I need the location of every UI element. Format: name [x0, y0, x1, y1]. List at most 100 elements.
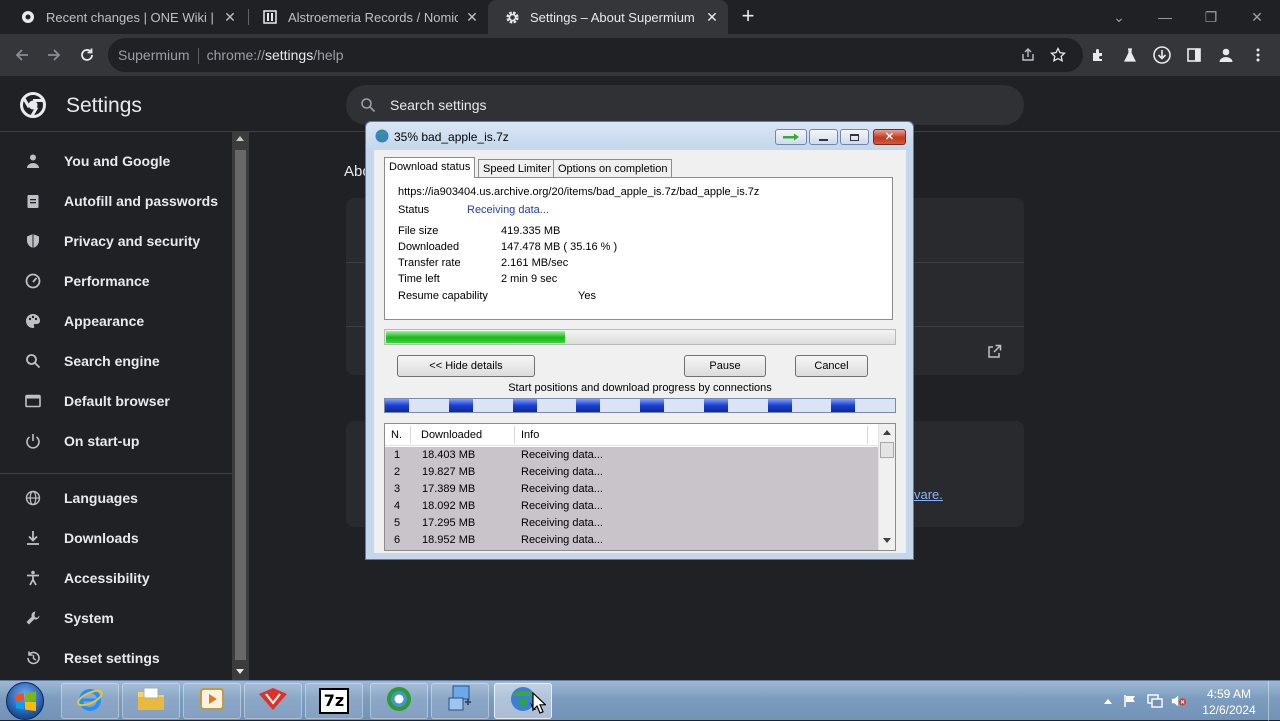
tab-recent-changes[interactable]: Recent changes | ONE Wiki | Fan ✕	[4, 0, 246, 34]
dialog-titlebar[interactable]: 35% bad_apple_is.7z ✕	[366, 122, 913, 150]
settings-search-input[interactable]: Search settings	[346, 85, 1024, 125]
connection-progress-segment	[385, 399, 409, 412]
dialog-close-button[interactable]: ✕	[873, 129, 906, 145]
column-header-n[interactable]: N.	[391, 429, 402, 441]
tab-options-on-completion[interactable]: Options on completion	[553, 159, 673, 178]
cancel-button[interactable]: Cancel	[795, 355, 868, 377]
software-link[interactable]: vare.	[914, 487, 943, 502]
back-button[interactable]	[10, 43, 34, 67]
pause-button[interactable]: Pause	[684, 355, 766, 377]
forward-button[interactable]	[42, 43, 66, 67]
side-panel-icon[interactable]	[1182, 43, 1206, 67]
list-scrollbar-thumb[interactable]	[880, 442, 894, 458]
sidebar-item-label: Languages	[64, 490, 138, 506]
sidebar-item-accessibility[interactable]: Accessibility	[0, 558, 232, 598]
connections-list[interactable]: N. Downloaded Info 1 18.403 MB Receiving…	[384, 423, 896, 551]
taskbar-7zip[interactable]: 7z	[305, 683, 363, 719]
profile-icon[interactable]	[1214, 43, 1238, 67]
row-number: 1	[394, 449, 401, 461]
connections-progress-bar	[384, 398, 896, 413]
hide-details-button[interactable]: << Hide details	[397, 355, 535, 377]
dialog-minimize-button[interactable]	[809, 129, 838, 145]
tab-download-status[interactable]: Download status	[384, 157, 476, 178]
browser-toolbar: Supermium chrome://settings/help	[0, 34, 1280, 76]
sidebar-item-performance[interactable]: Performance	[0, 261, 232, 301]
taskbar-file-explorer[interactable]	[122, 683, 180, 719]
tab-settings[interactable]: Settings – About Supermium ✕	[488, 0, 728, 34]
close-icon[interactable]: ✕	[464, 9, 480, 25]
table-row[interactable]: 2 19.827 MB Receiving data...	[385, 464, 878, 481]
download-icon[interactable]	[1150, 43, 1174, 67]
taskbar-internet-explorer[interactable]	[61, 683, 119, 719]
sidebar-item-downloads[interactable]: Downloads	[0, 518, 232, 558]
tray-expand-icon[interactable]	[1100, 693, 1116, 709]
tab-speed-limiter[interactable]: Speed Limiter	[478, 159, 556, 178]
table-row[interactable]: 1 18.403 MB Receiving data...	[385, 447, 878, 464]
bookmark-star-icon[interactable]	[1046, 43, 1070, 67]
dialog-maximize-button[interactable]	[840, 129, 869, 145]
row-number: 2	[394, 466, 401, 478]
action-center-flag-icon[interactable]	[1122, 693, 1138, 709]
list-scrollbar[interactable]	[878, 424, 895, 550]
column-header-downloaded[interactable]: Downloaded	[421, 429, 482, 441]
volume-muted-icon[interactable]	[1171, 693, 1187, 709]
sidebar-item-autofill[interactable]: Autofill and passwords	[0, 181, 232, 221]
restore-icon[interactable]: ❐	[1188, 4, 1234, 30]
sidebar-item-label: Appearance	[64, 313, 145, 329]
sidebar-item-you-and-google[interactable]: You and Google	[0, 141, 232, 181]
sidebar-item-search-engine[interactable]: Search engine	[0, 341, 232, 381]
menu-kebab-icon[interactable]	[1246, 43, 1270, 67]
sidebar-item-reset-settings[interactable]: Reset settings	[0, 638, 232, 678]
external-link-icon[interactable]	[986, 343, 1003, 365]
extensions-icon[interactable]	[1086, 43, 1110, 67]
windows-logo-icon	[16, 691, 36, 712]
connection-progress-segment	[704, 399, 728, 412]
address-path-rest: /help	[313, 47, 344, 63]
dialog-tray-button[interactable]	[775, 129, 807, 145]
scroll-up-arrow-icon[interactable]	[236, 136, 244, 141]
field-label: Transfer rate	[398, 257, 461, 269]
sidebar-item-default-browser[interactable]: Default browser	[0, 381, 232, 421]
palette-icon	[24, 312, 42, 330]
new-tab-button[interactable]: +	[737, 5, 759, 28]
table-row[interactable]: 3 17.389 MB Receiving data...	[385, 481, 878, 498]
system-clock[interactable]: 4:59 AM 12/6/2024	[1194, 686, 1264, 718]
minimize-icon[interactable]: —	[1142, 4, 1188, 30]
close-icon[interactable]: ✕	[704, 9, 720, 25]
start-button[interactable]	[6, 682, 44, 720]
sidebar-item-system[interactable]: System	[0, 598, 232, 638]
sidebar-item-privacy[interactable]: Privacy and security	[0, 221, 232, 261]
share-icon[interactable]	[1016, 43, 1040, 67]
network-tray-icon[interactable]	[1147, 693, 1163, 709]
row-info: Receiving data...	[521, 466, 603, 478]
row-downloaded: 18.403 MB	[422, 449, 476, 461]
close-icon[interactable]: ✕	[222, 9, 238, 25]
table-row[interactable]: 5 17.295 MB Receiving data...	[385, 515, 878, 532]
taskbar-media-player[interactable]	[183, 683, 241, 719]
tab-search-icon[interactable]: ⌄	[1096, 4, 1142, 30]
table-row[interactable]: 4 18.092 MB Receiving data...	[385, 498, 878, 515]
scroll-down-arrow-icon[interactable]	[236, 669, 244, 674]
scroll-down-arrow-icon[interactable]	[883, 538, 891, 543]
table-row[interactable]: 6 18.952 MB Receiving data...	[385, 532, 878, 549]
accessibility-icon	[24, 569, 42, 587]
reload-button[interactable]	[75, 43, 99, 67]
close-window-icon[interactable]: ✕	[1234, 4, 1280, 30]
column-separator	[514, 426, 515, 444]
resume-label: Resume capability	[398, 290, 488, 302]
taskbar-supermium[interactable]	[370, 683, 428, 719]
sidebar-item-appearance[interactable]: Appearance	[0, 301, 232, 341]
sidebar-scrollbar-thumb[interactable]	[235, 150, 246, 660]
taskbar-app[interactable]	[244, 683, 302, 719]
address-bar[interactable]: Supermium chrome://settings/help	[108, 38, 1083, 72]
taskbar-network-tool[interactable]	[431, 683, 489, 719]
tab-alstroemeria[interactable]: Alstroemeria Records / Nomico ✕	[246, 0, 488, 34]
scroll-up-arrow-icon[interactable]	[883, 430, 891, 435]
labs-flask-icon[interactable]	[1118, 43, 1142, 67]
sidebar-item-on-startup[interactable]: On start-up	[0, 421, 232, 461]
column-header-info[interactable]: Info	[521, 429, 539, 441]
list-rows: 1 18.403 MB Receiving data... 2 19.827 M…	[385, 447, 878, 550]
show-desktop-button[interactable]	[1268, 681, 1280, 721]
sidebar-item-languages[interactable]: Languages	[0, 478, 232, 518]
gear-icon	[504, 9, 520, 25]
